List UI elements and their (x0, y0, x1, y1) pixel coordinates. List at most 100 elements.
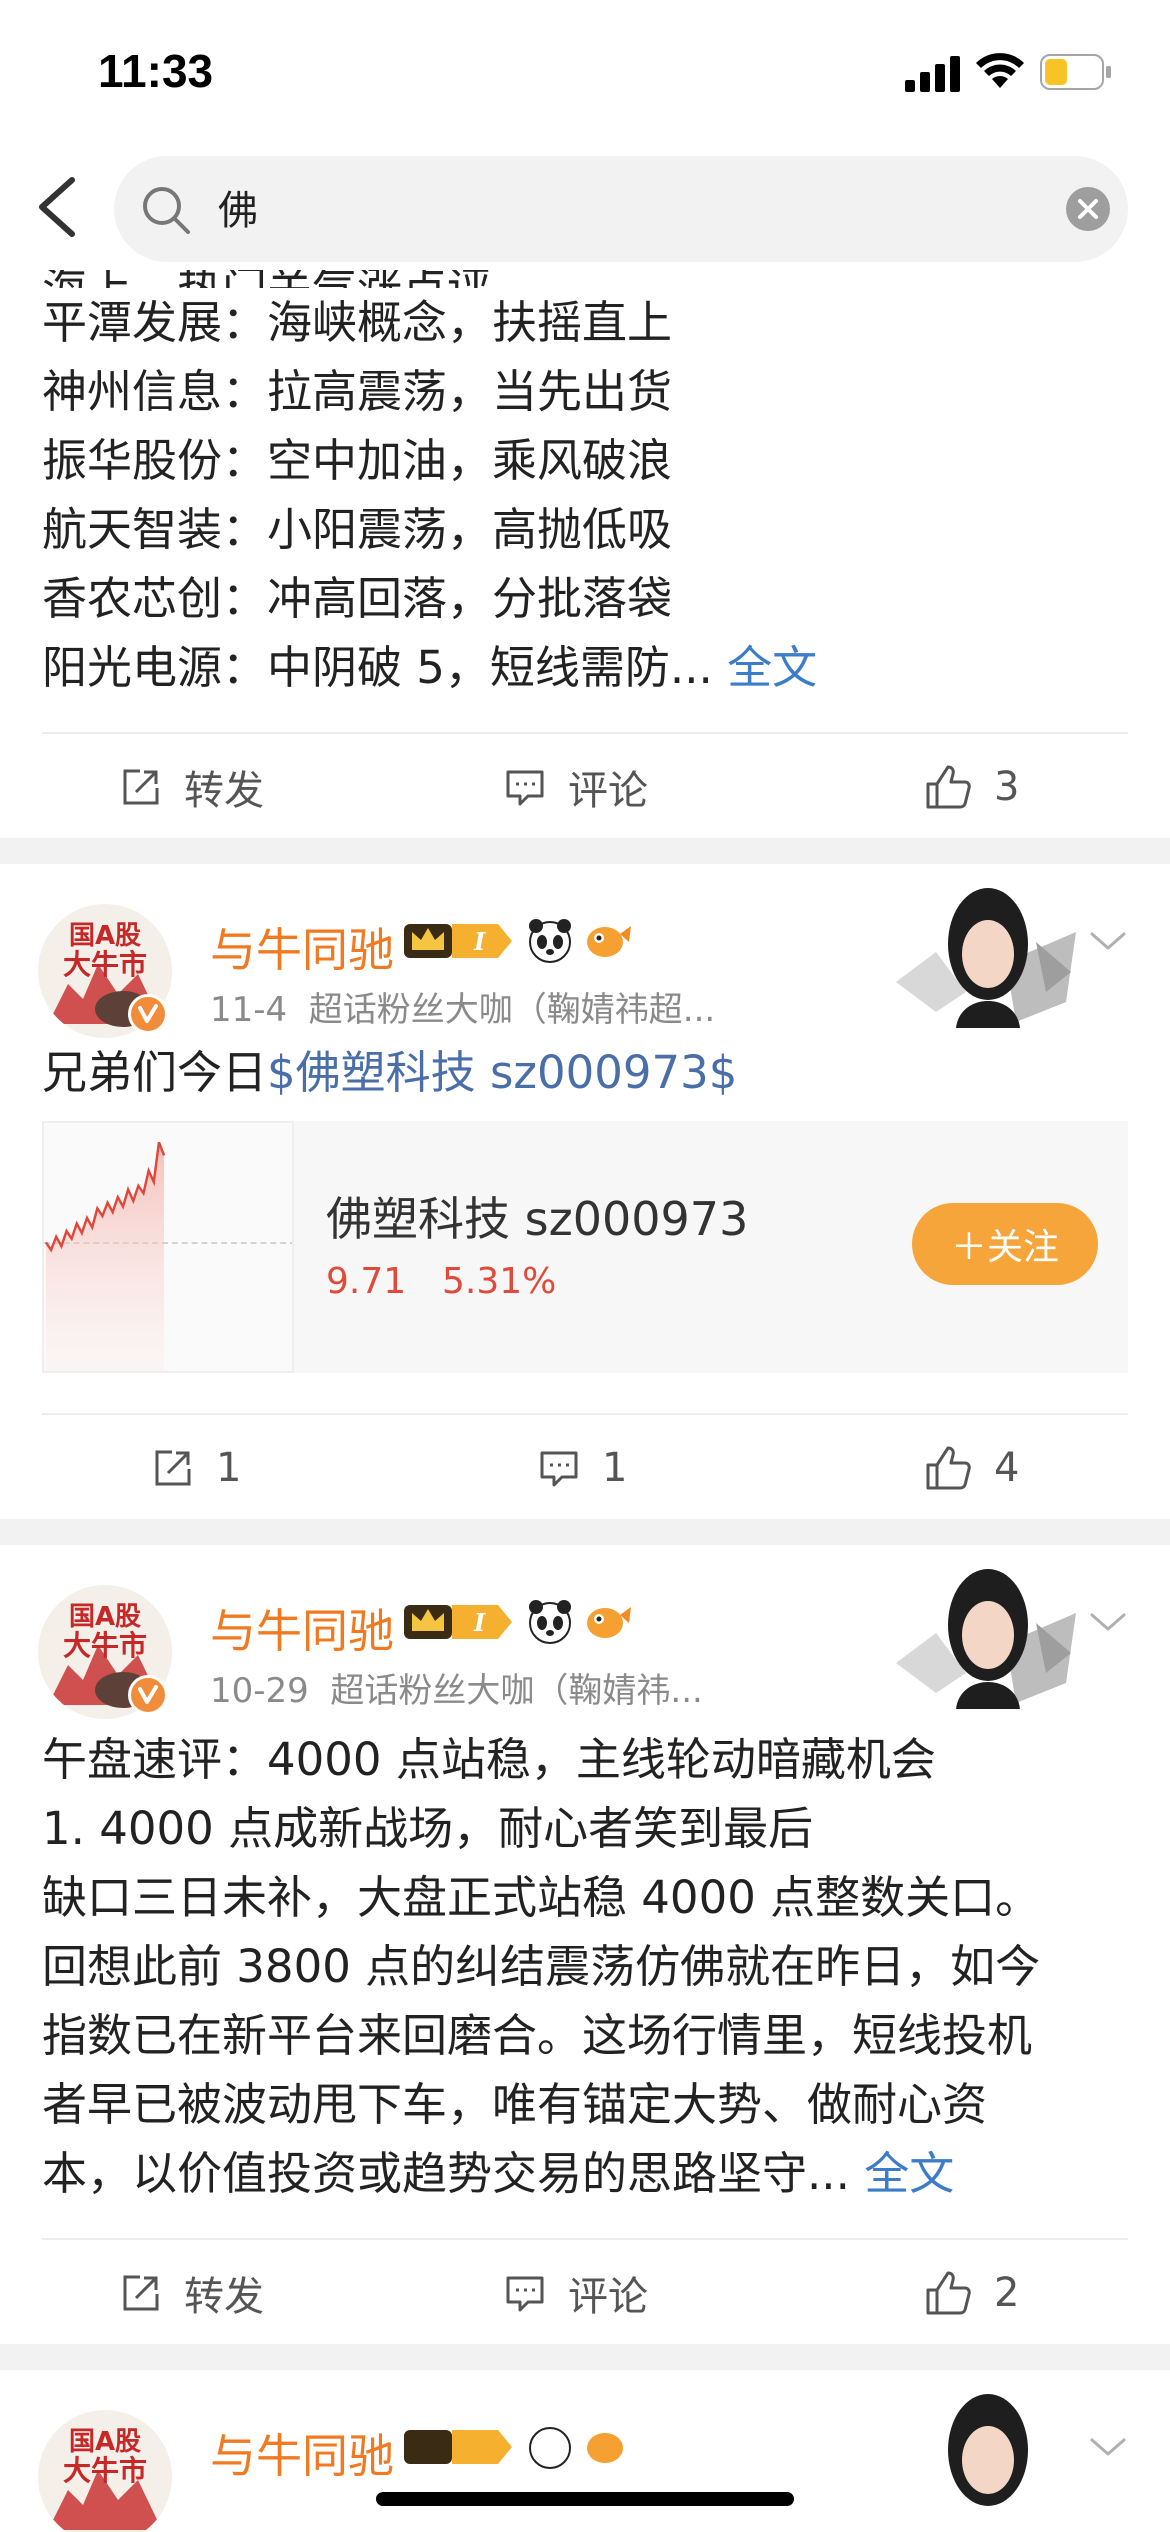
feed-post[interactable]: 国A股 大牛市 与牛同驰 I (0, 864, 1170, 1519)
status-time: 11:33 (98, 45, 214, 97)
post-line: 午盘速评：4000 点站稳，主线轮动暗藏机会 (42, 1733, 936, 1786)
search-header: 佛 (0, 150, 1170, 270)
post-line: 本，以价值投资或趋势交易的思路坚守... 全文 (42, 2139, 1128, 2208)
post-source: 超话粉丝大咖（鞠婧祎... (330, 1671, 703, 1711)
svg-text:国A股: 国A股 (69, 1602, 141, 1632)
stock-change: 5.31% (442, 1261, 557, 1302)
post-source: 超话粉丝大咖（鞠婧祎超... (308, 990, 716, 1030)
repost-label: 转发 (184, 768, 264, 814)
chevron-down-icon[interactable] (1088, 1607, 1128, 1637)
post-actions: 转发 评论 2 (42, 2238, 1128, 2344)
post-line: 航天智装：小阳震荡，高抛低吸 (42, 503, 673, 556)
verified-badge-icon (128, 1675, 168, 1715)
close-icon (1078, 199, 1098, 219)
post-date: 11-4 (210, 990, 288, 1030)
profile-card-decoration (948, 2394, 1028, 2506)
status-bar: 11:33 (0, 0, 1170, 150)
avatar[interactable]: 国A股 大牛市 (38, 2410, 172, 2532)
post-line: 者早已被波动甩下车，唯有锚定大势、做耐心资 (42, 2078, 988, 2131)
follow-stock-button[interactable]: ＋关注 (912, 1203, 1098, 1285)
thumbs-up-icon (926, 765, 971, 809)
svg-text:I: I (473, 1608, 486, 1637)
repost-label: 转发 (184, 2274, 264, 2320)
back-arrow-icon[interactable] (30, 172, 86, 242)
feed-post[interactable]: 海上，热门关气涨点评 平潭发展：海峡概念，扶摇直上 神州信息：拉高震荡，当先出货… (0, 262, 1170, 838)
post-line-text: 本，以价值投资或趋势交易的思路坚守... (42, 2147, 850, 2200)
panda-icon (529, 1600, 571, 1644)
svg-text:I: I (473, 927, 486, 956)
comment-button[interactable]: 1 (538, 1415, 627, 1521)
user-name[interactable]: 与牛同驰 (210, 1595, 394, 1661)
comment-icon (506, 770, 544, 806)
comment-button[interactable]: 评论 (504, 2240, 648, 2346)
comment-label: 评论 (568, 768, 648, 814)
post-text: 兄弟们今日$佛塑科技 sz000973$ (0, 1038, 1170, 1107)
crown-level-badge-icon: I (404, 924, 512, 958)
repost-icon (155, 1450, 191, 1486)
battery-icon (1040, 54, 1111, 90)
repost-button[interactable]: 转发 (120, 2240, 264, 2346)
search-query: 佛 (218, 188, 258, 234)
post-text: 海上，热门关气涨点评 平潭发展：海峡概念，扶摇直上 神州信息：拉高震荡，当先出货… (0, 262, 1170, 702)
fish-icon (587, 1607, 631, 1638)
full-text-link[interactable]: 全文 (727, 641, 817, 694)
post-line: 缺口三日未补，大盘正式站稳 4000 点整数关口。 (42, 1871, 1041, 1924)
user-name[interactable]: 与牛同驰 (210, 2420, 394, 2486)
user-badges: I (404, 919, 631, 963)
repost-icon (123, 2275, 159, 2311)
post-actions: 转发 评论 3 (42, 732, 1128, 838)
comment-count: 1 (602, 1445, 628, 1491)
like-count: 3 (994, 764, 1020, 810)
post-header: 国A股 大牛市 与牛同驰 I (0, 864, 1170, 1038)
wifi-icon (976, 53, 1024, 88)
crown-level-badge-icon: I (404, 1605, 512, 1639)
comment-button[interactable]: 评论 (504, 734, 648, 840)
user-name[interactable]: 与牛同驰 (210, 914, 394, 980)
fish-icon (587, 926, 631, 957)
thumbs-up-icon (926, 2271, 971, 2315)
search-results-feed: 海上，热门关气涨点评 平潭发展：海峡概念，扶摇直上 神州信息：拉高震荡，当先出货… (0, 262, 1170, 2532)
thumbs-up-icon (926, 1446, 971, 1490)
avatar-logo-text: 国A股 (69, 921, 141, 951)
post-line: 阳光电源：中阴破 5，短线需防... 全文 (42, 633, 1128, 702)
panda-icon (529, 919, 571, 963)
post-line: 指数已在新平台来回磨合。这场行情里，短线投机 (42, 2009, 1033, 2062)
post-header: 国A股 大牛市 与牛同驰 I (0, 1545, 1170, 1719)
like-count: 2 (994, 2270, 1020, 2316)
like-count: 4 (994, 1445, 1020, 1491)
repost-count: 1 (216, 1445, 242, 1491)
post-meta: 10-29 超话粉丝大咖（鞠婧祎... (210, 1663, 703, 1712)
post-date: 10-29 (210, 1671, 309, 1711)
feed-post[interactable]: 国A股 大牛市 与牛同驰 I (0, 1545, 1170, 2344)
full-text-link[interactable]: 全文 (864, 2147, 954, 2200)
repost-button[interactable]: 转发 (120, 734, 264, 840)
clear-search-button[interactable] (1066, 187, 1110, 231)
search-icon (143, 187, 190, 234)
comment-label: 评论 (568, 2274, 648, 2320)
stock-sparkline (42, 1121, 294, 1373)
repost-icon (123, 769, 159, 805)
profile-card-decoration (896, 1569, 1076, 1709)
profile-card-decoration (896, 888, 1076, 1028)
like-button[interactable]: 3 (924, 734, 1019, 840)
feed-post[interactable]: 国A股 大牛市 与牛同驰 (0, 2370, 1170, 2532)
repost-button[interactable]: 1 (152, 1415, 241, 1521)
comment-icon (506, 2276, 544, 2312)
like-button[interactable]: 4 (924, 1415, 1019, 1521)
post-line: 平潭发展：海峡概念，扶摇直上 (42, 296, 673, 349)
post-header: 国A股 大牛市 与牛同驰 (0, 2370, 1170, 2532)
search-input[interactable]: 佛 (114, 156, 1128, 262)
post-line: 振华股份：空中加油，乘风破浪 (42, 434, 673, 487)
stock-card[interactable]: 佛塑科技 sz000973 9.71 5.31% ＋关注 (42, 1121, 1128, 1373)
like-button[interactable]: 2 (924, 2240, 1019, 2346)
post-line-text: 阳光电源：中阴破 5，短线需防... (42, 641, 713, 694)
stock-topic-link[interactable]: $佛塑科技 sz000973$ (267, 1046, 737, 1099)
home-indicator (376, 2492, 794, 2506)
stock-price: 9.71 (326, 1261, 407, 1302)
svg-text:国A股: 国A股 (69, 2427, 141, 2457)
user-badges: I (404, 1600, 631, 1644)
chevron-down-icon[interactable] (1088, 926, 1128, 956)
post-text-prefix: 兄弟们今日 (42, 1046, 268, 1099)
post-divider (0, 2344, 1170, 2370)
chevron-down-icon[interactable] (1088, 2432, 1128, 2462)
